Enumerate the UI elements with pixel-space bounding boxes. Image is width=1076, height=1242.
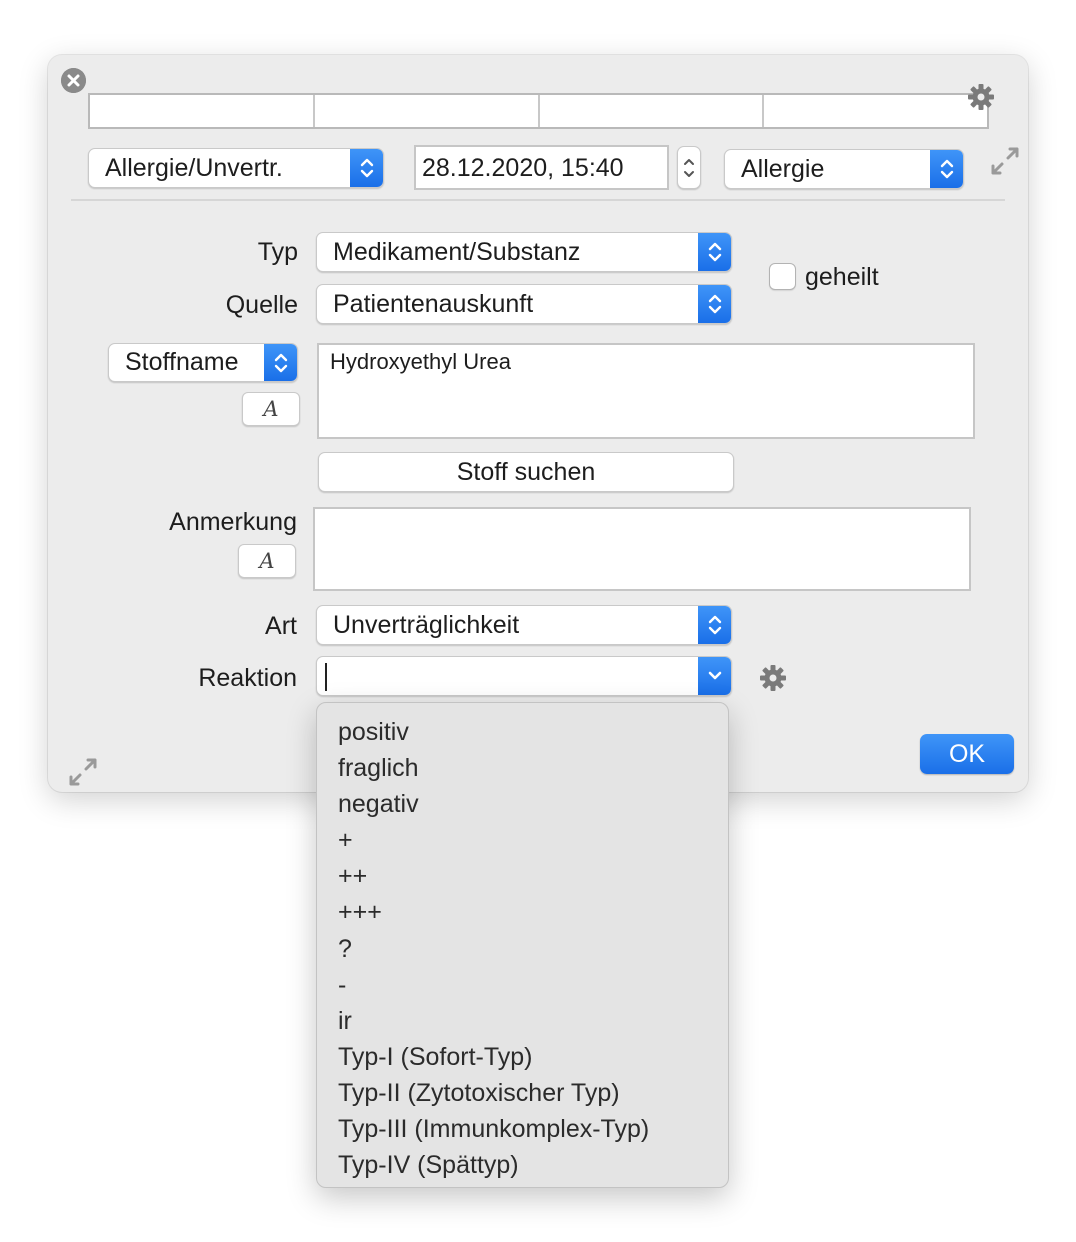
menu-item[interactable]: ? xyxy=(317,931,728,967)
type-popup-label: Allergie xyxy=(741,154,825,183)
resize-icon[interactable] xyxy=(989,145,1021,177)
menu-item[interactable]: ir xyxy=(317,1003,728,1039)
stepper-icon xyxy=(684,158,694,177)
chevron-updown-icon xyxy=(264,344,297,381)
art-popup[interactable]: Unverträglichkeit xyxy=(316,605,732,645)
category-popup[interactable]: Allergie/Unvertr. xyxy=(88,148,384,188)
anmerkung-format-button[interactable]: A xyxy=(238,544,296,578)
stoff-suchen-button[interactable]: Stoff suchen xyxy=(318,452,734,492)
menu-item[interactable]: positiv xyxy=(317,714,728,750)
menu-item[interactable]: fraglich xyxy=(317,750,728,786)
art-popup-label: Unverträglichkeit xyxy=(333,610,520,639)
chevron-down-icon[interactable] xyxy=(698,657,731,695)
menu-item[interactable]: Typ-II (Zytotoxischer Typ) xyxy=(317,1075,728,1111)
datetime-field[interactable]: 28.12.2020, 15:40 xyxy=(414,145,669,190)
close-icon[interactable] xyxy=(61,68,86,93)
header-cell-3[interactable] xyxy=(540,95,765,127)
menu-item[interactable]: negativ xyxy=(317,786,728,822)
menu-item[interactable]: +++ xyxy=(317,894,728,930)
typ-label: Typ xyxy=(257,238,298,266)
gear-icon[interactable] xyxy=(966,82,996,112)
reaktion-combobox-input[interactable] xyxy=(317,661,698,691)
category-popup-label: Allergie/Unvertr. xyxy=(105,153,283,182)
typ-popup-label: Medikament/Substanz xyxy=(333,237,581,266)
stoffname-format-button[interactable]: A xyxy=(242,392,300,426)
menu-item[interactable]: + xyxy=(317,822,728,858)
chevron-updown-icon xyxy=(698,233,731,271)
menu-item[interactable]: Typ-IV (Spättyp) xyxy=(317,1147,728,1183)
menu-item[interactable]: Typ-III (Immunkomplex-Typ) xyxy=(317,1111,728,1147)
type-popup[interactable]: Allergie xyxy=(724,149,964,189)
reaktion-label: Reaktion xyxy=(198,664,297,692)
reaktion-dropdown-menu: positiv fraglich negativ + ++ +++ ? - ir… xyxy=(316,702,729,1188)
header-cell-1[interactable] xyxy=(90,95,315,127)
gear-icon[interactable] xyxy=(758,663,788,693)
text-cursor xyxy=(325,662,327,691)
chevron-updown-icon xyxy=(698,285,731,323)
reaktion-combobox[interactable] xyxy=(316,656,732,696)
datetime-stepper[interactable] xyxy=(677,146,701,189)
header-strip xyxy=(88,93,989,129)
separator xyxy=(71,199,1005,201)
menu-item[interactable]: - xyxy=(317,967,728,1003)
anmerkung-field[interactable] xyxy=(313,507,971,591)
resize-icon[interactable] xyxy=(67,756,99,788)
chevron-updown-icon xyxy=(930,150,963,188)
geheilt-label: geheilt xyxy=(805,263,879,291)
quelle-popup-label: Patientenauskunft xyxy=(333,289,534,318)
chevron-updown-icon xyxy=(350,149,383,187)
geheilt-checkbox[interactable] xyxy=(769,263,796,290)
stoffname-popup-label: Stoffname xyxy=(125,348,239,376)
stoffname-popup[interactable]: Stoffname xyxy=(108,343,298,382)
art-label: Art xyxy=(265,612,297,640)
chevron-updown-icon xyxy=(698,606,731,644)
header-cell-2[interactable] xyxy=(315,95,540,127)
menu-item[interactable]: Typ-I (Sofort-Typ) xyxy=(317,1039,728,1075)
ok-button[interactable]: OK xyxy=(920,734,1014,774)
menu-item[interactable]: ++ xyxy=(317,858,728,894)
quelle-label: Quelle xyxy=(225,291,298,319)
quelle-popup[interactable]: Patientenauskunft xyxy=(316,284,732,324)
header-cell-4[interactable] xyxy=(764,95,987,127)
anmerkung-label: Anmerkung xyxy=(169,508,297,536)
typ-popup[interactable]: Medikament/Substanz xyxy=(316,232,732,272)
stoffname-field[interactable]: Hydroxyethyl Urea xyxy=(317,343,975,439)
